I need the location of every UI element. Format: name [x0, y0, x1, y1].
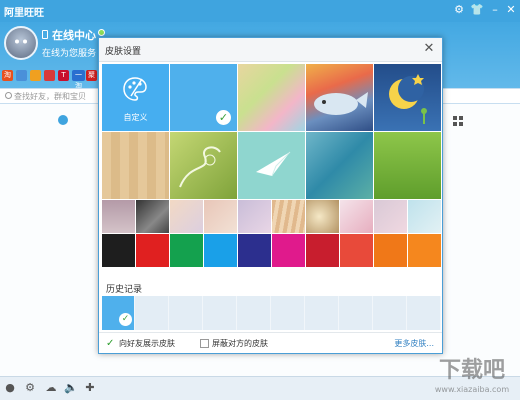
search-icon [5, 92, 12, 99]
check-icon: ✓ [216, 110, 231, 125]
skin-tile-paper-plane[interactable] [238, 132, 305, 199]
history-slot [306, 296, 339, 330]
history-slot [136, 296, 169, 330]
history-slot [340, 296, 373, 330]
skin-settings-dialog: 皮肤设置 ✕ 自定义 ✓ 历史记录 ✓ ✓ 向好友展示皮肤 屏蔽对方的皮肤 更多… [98, 37, 443, 354]
color-swatch[interactable] [340, 234, 373, 267]
cloud-icon[interactable]: ☁ [45, 382, 57, 394]
skin-thumb-9[interactable] [374, 200, 407, 233]
history-slot [170, 296, 203, 330]
dialog-footer: ✓ 向好友展示皮肤 屏蔽对方的皮肤 更多皮肤... [99, 332, 442, 353]
skin-tile-geometric[interactable] [306, 132, 373, 199]
color-swatch[interactable] [170, 234, 203, 267]
watermark: 下载吧 www.xiazaiba.com [424, 357, 520, 400]
history-skin-current[interactable]: ✓ [102, 296, 135, 330]
skin-thumb-4[interactable] [204, 200, 237, 233]
block-others-checkbox[interactable] [200, 339, 209, 348]
close-button[interactable]: ✕ [504, 3, 518, 17]
skin-thumb-10[interactable] [408, 200, 441, 233]
show-friends-label[interactable]: 向好友展示皮肤 [119, 338, 175, 349]
skin-thumb-8[interactable] [340, 200, 373, 233]
color-swatch[interactable] [102, 234, 135, 267]
volume-icon[interactable]: 🔈 [64, 382, 78, 394]
avatar[interactable] [4, 26, 38, 60]
skin-thumb-1[interactable] [102, 200, 135, 233]
color-swatch[interactable] [374, 234, 407, 267]
mail-icon[interactable] [16, 70, 27, 81]
skin-tile-watercolor[interactable] [238, 64, 305, 131]
color-swatch[interactable] [238, 234, 271, 267]
add-icon[interactable]: ✚ [84, 382, 96, 394]
skin-thumb-2[interactable] [136, 200, 169, 233]
palette-icon [123, 77, 147, 101]
minimize-button[interactable]: – [488, 3, 502, 17]
check-icon: ✓ [119, 313, 132, 326]
skin-icon[interactable]: 👕 [470, 3, 484, 17]
color-swatch[interactable] [272, 234, 305, 267]
dialog-titlebar: 皮肤设置 ✕ [99, 38, 442, 62]
skin-thumb-5[interactable] [238, 200, 271, 233]
color-swatch[interactable] [408, 234, 441, 267]
dialog-title: 皮肤设置 [105, 47, 142, 57]
color-swatch[interactable] [306, 234, 339, 267]
jusuan-icon[interactable]: 聚 [86, 70, 97, 81]
skin-tile-blue-selected[interactable]: ✓ [170, 64, 237, 131]
skin-thumb-6[interactable] [272, 200, 305, 233]
block-others-label[interactable]: 屏蔽对方的皮肤 [212, 338, 268, 349]
skin-tile-grass[interactable] [374, 132, 441, 199]
app-grid-icon[interactable] [453, 116, 463, 126]
skin-thumb-7[interactable] [306, 200, 339, 233]
recent-contacts-icon[interactable] [58, 115, 68, 125]
yitao-icon[interactable]: 一淘 [72, 70, 85, 90]
history-title: 历史记录 [106, 285, 143, 295]
status-icon[interactable]: ● [4, 382, 16, 394]
history-slot [374, 296, 407, 330]
skin-tile-whale[interactable] [306, 64, 373, 131]
custom-skin-tile[interactable]: 自定义 [102, 64, 169, 131]
custom-skin-label: 自定义 [123, 113, 148, 122]
tmall-icon[interactable]: T [58, 70, 69, 81]
show-friends-checkbox[interactable]: ✓ [106, 339, 115, 349]
online-status-icon[interactable] [98, 29, 105, 36]
signature[interactable]: 在线为您服务 [42, 46, 96, 59]
phone-icon [42, 30, 48, 39]
close-icon[interactable]: ✕ [422, 42, 436, 56]
skin-tile-swirl[interactable] [170, 132, 237, 199]
settings-icon[interactable]: ⚙ [452, 3, 466, 17]
more-skins-link[interactable]: 更多皮肤... [394, 338, 434, 349]
skin-thumb-3[interactable] [170, 200, 203, 233]
color-swatch[interactable] [204, 234, 237, 267]
gift-icon[interactable] [44, 70, 55, 81]
watermark-text: 下载吧 [438, 358, 505, 383]
username[interactable]: 在线中心 [52, 27, 96, 43]
history-slot [238, 296, 271, 330]
history-slot [408, 296, 441, 330]
search-placeholder: 查找好友，群和宝贝 [14, 92, 86, 101]
color-swatch[interactable] [136, 234, 169, 267]
app-title: 阿里旺旺 [4, 8, 44, 19]
history-strip: ✓ [102, 296, 441, 330]
skin-tile-wood[interactable] [102, 132, 169, 199]
history-slot [272, 296, 305, 330]
watermark-url: www.xiazaiba.com [434, 385, 510, 394]
skin-tile-moon[interactable] [374, 64, 441, 131]
gear-icon[interactable]: ⚙ [24, 382, 36, 394]
taobao-icon[interactable]: 淘 [2, 70, 13, 81]
shop-icon[interactable] [30, 70, 41, 81]
history-slot [204, 296, 237, 330]
title-bar: 阿里旺旺 ⚙ 👕 – ✕ [0, 0, 520, 22]
